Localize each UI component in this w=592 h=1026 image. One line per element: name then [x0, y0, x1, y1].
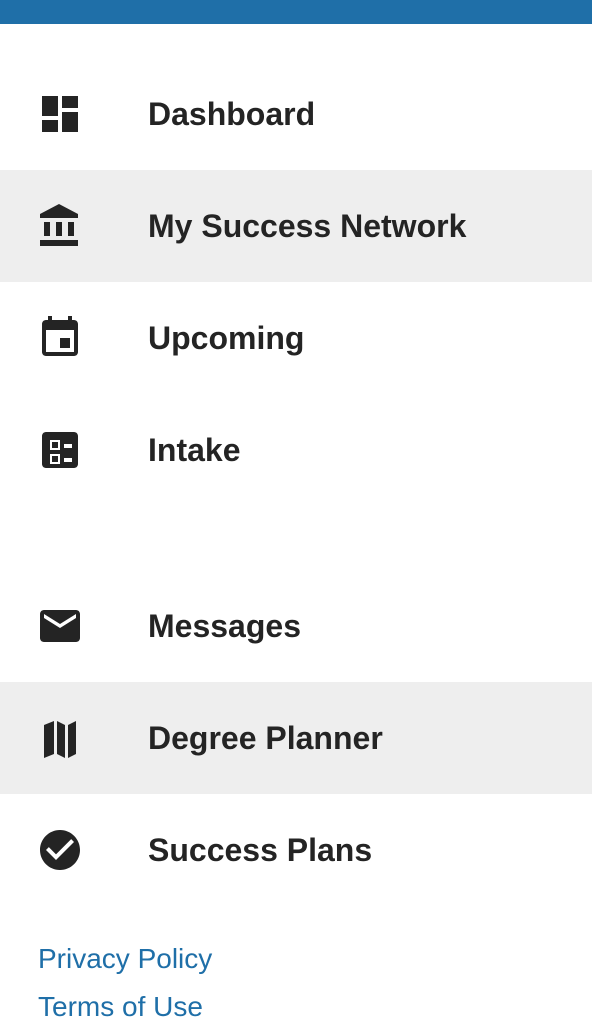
nav-label-upcoming: Upcoming	[148, 319, 305, 356]
nav-label-messages: Messages	[148, 607, 301, 644]
dashboard-icon	[36, 90, 84, 138]
nav-item-success-plans[interactable]: Success Plans	[0, 794, 592, 906]
checklist-icon	[36, 426, 84, 474]
check-circle-icon	[36, 826, 84, 874]
institution-icon	[36, 202, 84, 250]
nav-item-upcoming[interactable]: Upcoming	[0, 282, 592, 394]
nav-item-degree-planner[interactable]: Degree Planner	[0, 682, 592, 794]
terms-of-use-link[interactable]: Terms of Use	[38, 988, 212, 1026]
top-bar	[0, 0, 592, 24]
nav-item-dashboard[interactable]: Dashboard	[0, 58, 592, 170]
nav-item-messages[interactable]: Messages	[0, 570, 592, 682]
mail-icon	[36, 602, 84, 650]
map-icon	[36, 714, 84, 762]
nav-label-intake: Intake	[148, 431, 241, 468]
nav-label-my-success-network: My Success Network	[148, 207, 467, 244]
main-nav: Dashboard My Success Network Upcoming In…	[0, 58, 592, 906]
nav-label-dashboard: Dashboard	[148, 95, 316, 132]
nav-item-intake[interactable]: Intake	[0, 394, 592, 506]
privacy-policy-link[interactable]: Privacy Policy	[38, 940, 212, 978]
nav-label-degree-planner: Degree Planner	[148, 719, 383, 756]
nav-item-my-success-network[interactable]: My Success Network	[0, 170, 592, 282]
nav-label-success-plans: Success Plans	[148, 831, 373, 868]
footer-links: Privacy Policy Terms of Use	[38, 940, 212, 1026]
calendar-icon	[36, 314, 84, 362]
